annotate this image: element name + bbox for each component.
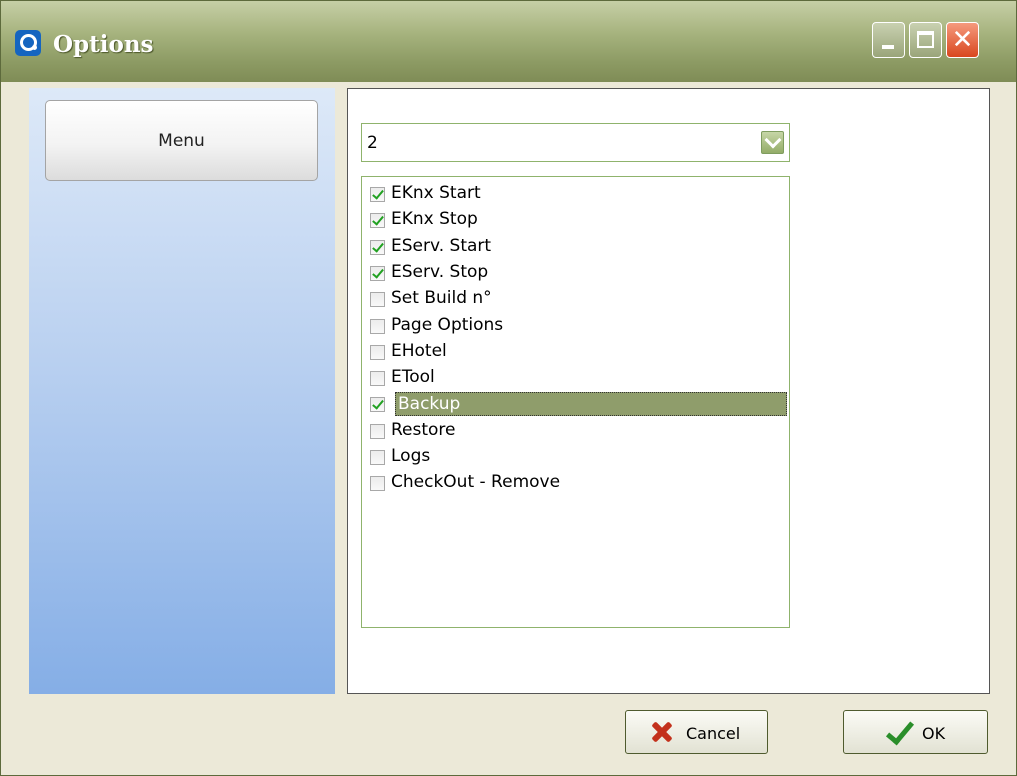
menu-button[interactable]: Menu bbox=[45, 100, 318, 181]
list-item-label: Page Options bbox=[391, 314, 504, 335]
window-title: Options bbox=[53, 31, 154, 58]
minimize-button[interactable] bbox=[872, 22, 905, 58]
ok-button-label: OK bbox=[922, 724, 946, 743]
list-item-label: EKnx Start bbox=[391, 183, 481, 203]
checkbox[interactable] bbox=[370, 476, 385, 492]
list-item-label: CheckOut - Remove bbox=[391, 472, 561, 493]
list-item-label: EHotel bbox=[391, 340, 447, 361]
checkbox[interactable] bbox=[370, 187, 385, 202]
ok-button[interactable]: OK bbox=[843, 710, 988, 754]
checkbox[interactable] bbox=[370, 423, 385, 439]
list-item-label: ETool bbox=[391, 367, 435, 388]
list-item-label: Restore bbox=[391, 419, 456, 440]
checkbox[interactable] bbox=[370, 450, 385, 465]
checkbox[interactable] bbox=[370, 318, 385, 334]
close-button[interactable]: ✕ bbox=[946, 22, 979, 58]
checkbox[interactable] bbox=[370, 397, 385, 413]
list-item-label: EServ. Stop bbox=[391, 261, 489, 282]
minimize-icon bbox=[882, 45, 894, 49]
close-icon: ✕ bbox=[951, 25, 974, 55]
checkbox[interactable] bbox=[370, 292, 385, 308]
checkbox[interactable] bbox=[370, 213, 385, 229]
maximize-button[interactable] bbox=[909, 22, 942, 58]
ok-check-icon bbox=[884, 719, 910, 745]
cancel-x-icon bbox=[650, 720, 674, 744]
list-item-label: EServ. Start bbox=[391, 235, 492, 256]
checkbox[interactable] bbox=[370, 239, 385, 255]
app-icon bbox=[15, 30, 41, 56]
checkbox[interactable] bbox=[370, 265, 385, 281]
cancel-button[interactable]: Cancel bbox=[625, 710, 768, 754]
list-item-label: Backup bbox=[395, 392, 787, 417]
chevron-down-icon bbox=[764, 131, 782, 149]
checkbox[interactable] bbox=[370, 371, 385, 387]
list-item-label: Set Build n° bbox=[391, 288, 492, 309]
profile-select[interactable]: 2 bbox=[361, 123, 790, 162]
cancel-button-label: Cancel bbox=[686, 724, 741, 743]
dropdown-button[interactable] bbox=[761, 131, 784, 154]
list-item-label: EKnx Stop bbox=[391, 209, 478, 230]
title-bar[interactable]: Options ✕ bbox=[1, 1, 1016, 82]
list-item-label: Logs bbox=[391, 446, 431, 466]
profile-select-value: 2 bbox=[367, 133, 378, 153]
checkbox[interactable] bbox=[370, 344, 385, 360]
options-checklist: EKnx Start EKnx Stop EServ. Start EServ. St… bbox=[361, 176, 790, 628]
maximize-icon bbox=[917, 31, 934, 48]
